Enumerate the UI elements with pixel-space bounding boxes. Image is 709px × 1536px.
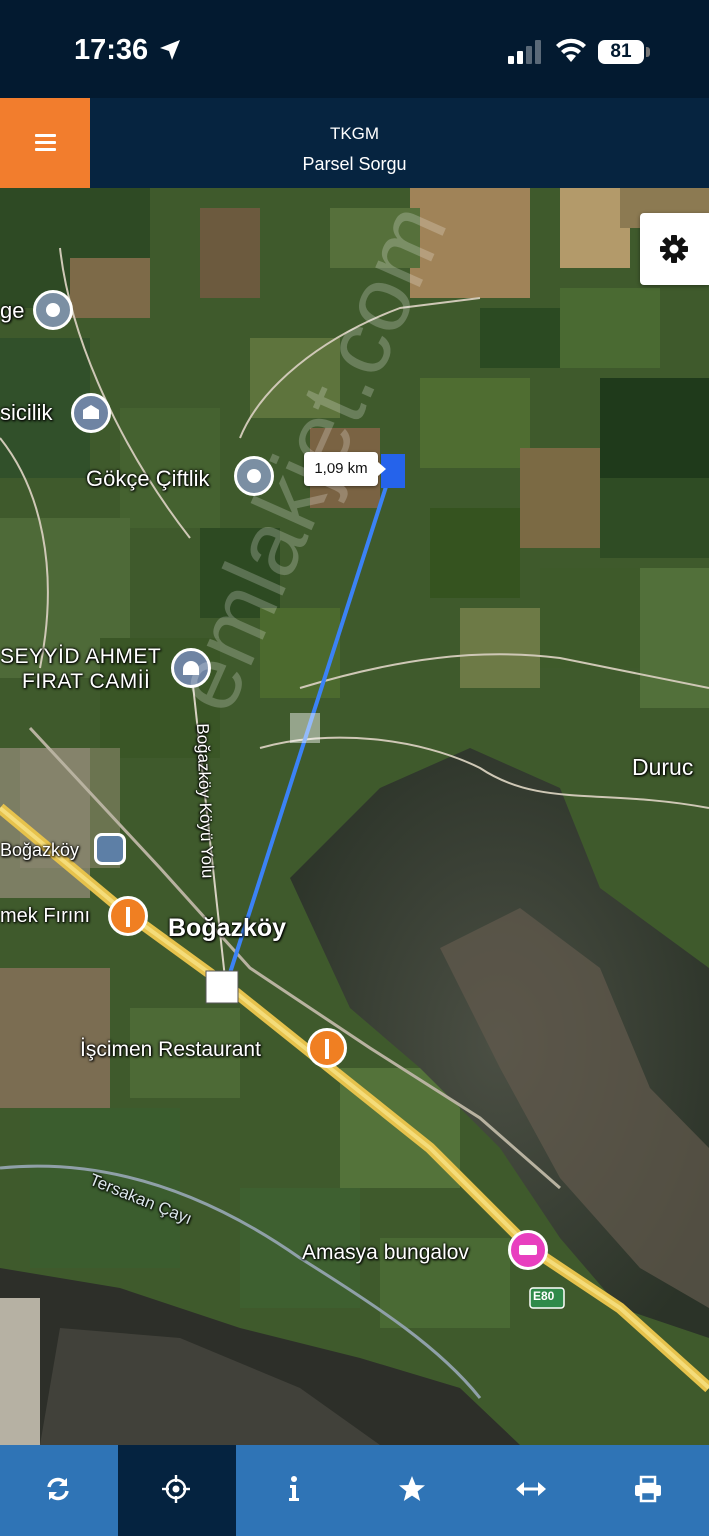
restaurant-pin-icon[interactable] xyxy=(108,896,148,936)
wifi-icon xyxy=(556,38,586,62)
gear-icon xyxy=(660,235,688,263)
favorite-button[interactable] xyxy=(354,1445,472,1536)
satellite-map[interactable]: ge sicilik Gökçe Çiftlik SEYYİD AHMET FI… xyxy=(0,188,709,1445)
restaurant-pin-icon[interactable] xyxy=(307,1028,347,1068)
map-label: ge xyxy=(0,298,25,323)
map-label-village: Boğazköy xyxy=(168,914,287,942)
refresh-button[interactable] xyxy=(0,1445,118,1536)
map-label: Gökçe Çiftlik xyxy=(86,466,210,491)
map-label: İşcimen Restaurant xyxy=(80,1038,261,1061)
place-pin-icon[interactable] xyxy=(33,290,73,330)
locate-button[interactable] xyxy=(118,1445,236,1536)
landmark-pin-icon[interactable] xyxy=(71,393,111,433)
train-station-icon[interactable] xyxy=(94,833,126,865)
battery-tip xyxy=(646,47,650,57)
refresh-icon xyxy=(47,1477,69,1501)
app-header: TKGM Parsel Sorgu xyxy=(0,98,709,188)
locate-icon xyxy=(162,1475,190,1503)
app-title: TKGM xyxy=(329,124,380,143)
map-label: mek Fırını xyxy=(0,905,91,927)
star-icon xyxy=(399,1476,425,1501)
info-button[interactable] xyxy=(236,1445,354,1536)
bottom-toolbar xyxy=(0,1445,709,1536)
app-subtitle: Parsel Sorgu xyxy=(302,154,407,174)
info-icon xyxy=(289,1476,299,1501)
location-arrow-icon xyxy=(160,40,180,60)
menu-icon-bar xyxy=(35,148,56,151)
highway-shield-label: E80 xyxy=(533,1289,555,1303)
map-label: Duruc xyxy=(632,754,694,780)
measure-icon xyxy=(516,1482,546,1496)
map-label: Boğazköy xyxy=(0,840,80,860)
hotel-pin-icon[interactable] xyxy=(508,1230,548,1270)
map-label: sicilik xyxy=(0,400,53,425)
map-label: SEYYİD AHMET xyxy=(0,645,162,668)
map-label: Amasya bungalov xyxy=(302,1241,469,1264)
map-label: FIRAT CAMİİ xyxy=(22,670,151,693)
settings-button[interactable] xyxy=(640,213,709,285)
print-icon xyxy=(635,1475,661,1503)
print-button[interactable] xyxy=(590,1445,708,1536)
signal-icon xyxy=(508,40,541,64)
status-time: 17:36 xyxy=(74,34,149,66)
status-bar: 17:36 81 xyxy=(0,0,709,98)
measure-button[interactable] xyxy=(472,1445,590,1536)
battery-indicator: 81 xyxy=(598,40,644,64)
